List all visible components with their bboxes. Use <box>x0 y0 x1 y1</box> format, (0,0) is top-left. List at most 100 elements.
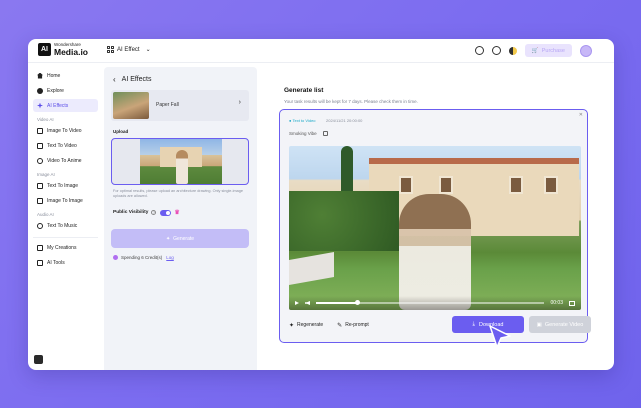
credit-icon <box>113 255 118 260</box>
credits-label: Spending 6 Credit(s) <box>121 255 163 260</box>
video-controls: 00:03 <box>289 296 581 310</box>
sidebar-item-text-to-image[interactable]: Text To Image <box>33 179 98 192</box>
reprompt-label: Re-prompt <box>345 322 369 328</box>
sidebar-item-label: Video To Anime <box>47 157 82 164</box>
cursor-pointer-icon <box>489 325 511 348</box>
video-subject <box>399 194 471 310</box>
video-icon: ▣ <box>536 321 542 328</box>
credits-row: Spending 6 Credit(s) Log <box>113 255 174 260</box>
reprompt-button[interactable]: ✎ Re-prompt <box>337 322 369 329</box>
result-card: ✕ ● Text to Video 2024/11/21 20:00:00 Sm… <box>279 109 591 343</box>
section-image-ai: Image AI <box>37 172 55 177</box>
text-video-icon <box>37 142 43 149</box>
sparkle-icon: ✦ <box>289 322 295 329</box>
chevron-down-icon: ⌄ <box>145 47 151 53</box>
seek-handle[interactable] <box>354 300 360 306</box>
sidebar-item-my-creations[interactable]: My Creations <box>33 241 98 254</box>
magic-wand-icon: ✎ <box>337 322 343 329</box>
visibility-row: Public Visibility ? ♛ <box>113 209 180 216</box>
upload-dropzone[interactable] <box>111 138 249 185</box>
sidebar-item-ai-tools[interactable]: AI Tools <box>33 256 98 269</box>
sidebar-item-label: Home <box>47 72 61 79</box>
effect-selector[interactable]: Paper Fall › <box>111 90 249 121</box>
support-icon[interactable] <box>474 46 484 55</box>
sidebar: Home Explore AI Effects Video AI Image T… <box>28 63 103 370</box>
home-icon <box>37 72 43 79</box>
help-icon[interactable]: ? <box>151 210 157 215</box>
sidebar-item-ai-effects[interactable]: AI Effects <box>33 99 98 112</box>
sidebar-item-label: AI Tools <box>47 259 65 266</box>
fullscreen-icon[interactable] <box>569 300 575 306</box>
effect-name: Paper Fall <box>156 102 179 108</box>
volume-icon[interactable] <box>305 301 310 305</box>
video-player[interactable]: 00:03 <box>289 146 581 310</box>
sidebar-item-image-to-video[interactable]: Image To Video <box>33 124 98 137</box>
app-window: AI Wondershare Media.io AI Effect ⌄ 🛒 Pu… <box>28 39 614 370</box>
generate-list-title: Generate list <box>284 87 324 94</box>
text-image-icon <box>37 182 43 189</box>
top-header: AI Wondershare Media.io AI Effect ⌄ 🛒 Pu… <box>28 39 614 63</box>
seek-progress <box>316 302 358 304</box>
sidebar-item-label: Text To Image <box>47 182 79 189</box>
panel-header: ‹ AI Effects <box>113 75 152 84</box>
tools-icon <box>37 259 43 266</box>
back-arrow-icon[interactable]: ‹ <box>113 75 116 84</box>
sidebar-item-text-to-video[interactable]: Text To Video <box>33 139 98 152</box>
effect-thumbnail <box>113 92 149 119</box>
copy-icon[interactable] <box>322 131 328 136</box>
sidebar-item-explore[interactable]: Explore <box>33 84 98 97</box>
panel-title: AI Effects <box>121 76 152 83</box>
anime-icon <box>37 157 43 164</box>
sparkle-icon <box>37 102 43 109</box>
generate-label: Generate <box>173 235 195 242</box>
upload-tip: For optimal results, please upload an ar… <box>113 189 244 199</box>
seek-bar[interactable] <box>316 300 545 306</box>
breadcrumb-label: AI Effect <box>117 46 140 53</box>
image-image-icon <box>37 197 43 204</box>
crown-icon: ♛ <box>174 210 180 216</box>
avatar[interactable] <box>580 44 592 57</box>
logo-mark: AI <box>38 43 51 56</box>
sidebar-divider <box>33 237 98 238</box>
login-link[interactable]: Log <box>166 255 174 260</box>
video-duration: 00:03 <box>550 300 563 306</box>
generate-button[interactable]: ✦ Generate <box>111 229 249 248</box>
upload-label: Upload <box>113 129 129 134</box>
sidebar-item-video-to-anime[interactable]: Video To Anime <box>33 154 98 167</box>
close-icon[interactable]: ✕ <box>579 112 583 118</box>
sidebar-item-label: My Creations <box>47 244 77 251</box>
visibility-toggle[interactable] <box>160 209 172 216</box>
sidebar-item-home[interactable]: Home <box>33 69 98 82</box>
generate-video-button[interactable]: ▣ Generate Video <box>529 316 591 333</box>
regenerate-button[interactable]: ✦ Regenerate <box>289 322 323 329</box>
prompt-text: Smoking Vibe <box>289 131 317 136</box>
music-icon <box>37 222 43 229</box>
task-type-tag: ● Text to Video <box>289 118 316 123</box>
sidebar-item-image-to-image[interactable]: Image To Image <box>33 194 98 207</box>
discord-icon[interactable] <box>34 355 43 364</box>
credits-coin-icon[interactable] <box>508 46 517 55</box>
sidebar-item-label: Explore <box>47 87 64 94</box>
section-audio-ai: Audio AI <box>37 212 54 217</box>
download-icon: ⤓ <box>472 321 475 327</box>
sidebar-item-label: Text To Music <box>47 222 78 229</box>
image-video-icon <box>37 127 43 134</box>
regenerate-label: Regenerate <box>297 322 324 328</box>
generate-list-subtitle: Your task results will be kept for 7 day… <box>284 99 418 104</box>
section-video-ai: Video AI <box>37 117 54 122</box>
compass-icon <box>37 87 43 94</box>
sidebar-item-label: Image To Image <box>47 197 83 204</box>
sidebar-item-label: Image To Video <box>47 127 82 134</box>
card-actions: ✦ Regenerate ✎ Re-prompt ⤓ Download ▣ Ge… <box>289 316 591 334</box>
play-icon[interactable] <box>295 301 299 305</box>
folder-icon <box>37 244 43 251</box>
logo-title: Media.io <box>54 46 89 57</box>
uploaded-image <box>140 139 222 184</box>
settings-icon[interactable] <box>491 46 501 55</box>
sidebar-item-label: AI Effects <box>47 102 69 109</box>
breadcrumb[interactable]: AI Effect ⌄ <box>107 46 151 53</box>
purchase-button[interactable]: 🛒 Purchase <box>524 44 572 57</box>
brand-logo[interactable]: AI Wondershare Media.io <box>38 42 89 57</box>
sidebar-item-text-to-music[interactable]: Text To Music <box>33 219 98 232</box>
prompt-row: Smoking Vibe <box>289 131 328 136</box>
